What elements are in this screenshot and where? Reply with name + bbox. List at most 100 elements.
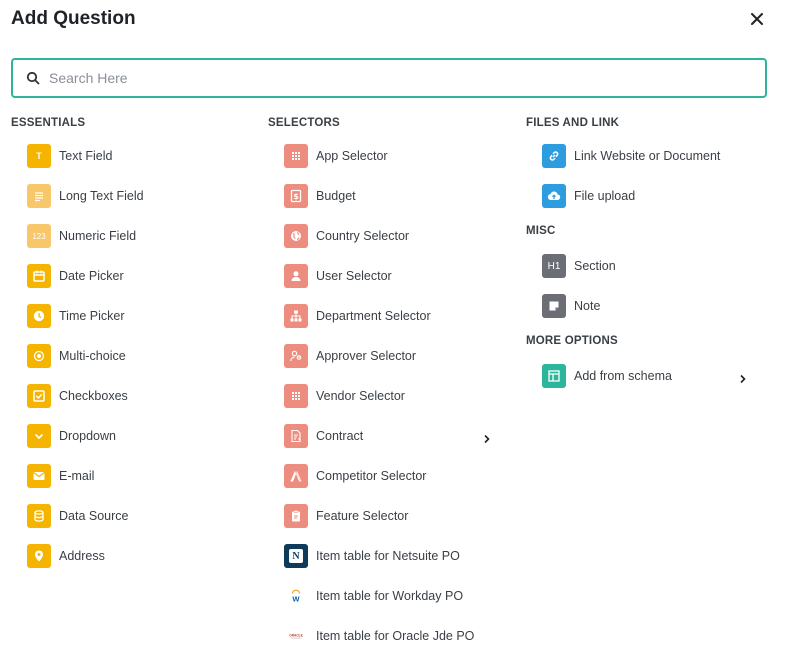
multi-choice-option[interactable]: Multi-choice [11,344,261,384]
app-selector-option[interactable]: App Selector [268,144,518,184]
note-icon [542,294,566,318]
cloud-upload-icon [542,184,566,208]
feature-selector-option[interactable]: Feature Selector [268,504,518,544]
numeric-field-option[interactable]: 123 Numeric Field [11,224,261,264]
section-option[interactable]: H1 Section [526,254,766,294]
selectors-column: SELECTORS App Selector $ Budget Country … [268,116,518,658]
dropdown-option[interactable]: Dropdown [11,424,261,464]
option-label: E-mail [59,469,95,483]
calendar-icon [27,264,51,288]
dollar-icon: $ [284,184,308,208]
files-and-link-heading: FILES AND LINK [526,117,620,129]
option-label: File upload [574,189,636,203]
option-label: Department Selector [316,309,431,323]
netsuite-logo-icon: N [284,544,308,568]
option-label: Approver Selector [316,349,417,363]
close-icon[interactable] [749,11,765,27]
dialog-title: Add Question [11,8,136,29]
option-label: Address [59,549,105,563]
option-label: Date Picker [59,269,124,283]
clipboard-icon [284,504,308,528]
globe-icon [284,224,308,248]
search-icon [26,71,40,85]
option-label: Note [574,299,601,313]
competitor-icon [284,464,308,488]
location-pin-icon [27,544,51,568]
user-selector-option[interactable]: User Selector [268,264,518,304]
department-selector-option[interactable]: Department Selector [268,304,518,344]
option-label: Item table for Oracle Jde PO [316,629,475,643]
netsuite-item-table-option[interactable]: N Item table for Netsuite PO [268,544,518,584]
search-input[interactable] [49,60,749,96]
date-picker-option[interactable]: Date Picker [11,264,261,304]
files-column: FILES AND LINK Link Website or Document … [526,116,766,404]
option-label: App Selector [316,149,388,163]
oracle-item-table-option[interactable]: ORACLE Item table for Oracle Jde PO [268,624,518,658]
checkboxes-option[interactable]: Checkboxes [11,384,261,424]
option-label: Dropdown [59,429,116,443]
competitor-selector-option[interactable]: Competitor Selector [268,464,518,504]
note-option[interactable]: Note [526,294,766,334]
contract-icon [284,424,308,448]
option-label: Section [574,259,616,273]
option-label: Numeric Field [59,229,137,243]
grid-icon [284,384,308,408]
search-box [11,58,767,98]
svg-text:W: W [292,594,300,603]
budget-option[interactable]: $ Budget [268,184,518,224]
contract-option[interactable]: Contract [268,424,518,464]
heading-icon: H1 [542,254,566,278]
radio-icon [27,344,51,368]
option-label: Country Selector [316,229,410,243]
option-label: Text Field [59,149,113,163]
option-label: Competitor Selector [316,469,427,483]
clock-icon [27,304,51,328]
country-selector-option[interactable]: Country Selector [268,224,518,264]
vendor-selector-option[interactable]: Vendor Selector [268,384,518,424]
mail-icon [27,464,51,488]
more-options-heading: MORE OPTIONS [526,335,618,347]
long-text-field-option[interactable]: Long Text Field [11,184,261,224]
data-source-option[interactable]: Data Source [11,504,261,544]
approver-selector-option[interactable]: Approver Selector [268,344,518,384]
grid-icon [284,144,308,168]
svg-text:$: $ [293,192,299,201]
time-picker-option[interactable]: Time Picker [11,304,261,344]
selectors-heading: SELECTORS [268,117,340,129]
approver-icon [284,344,308,368]
option-label: Item table for Netsuite PO [316,549,460,563]
option-label: Item table for Workday PO [316,589,464,603]
chevron-right-icon[interactable] [482,431,492,444]
chevron-right-icon[interactable] [738,371,748,384]
text-field-option[interactable]: T Text Field [11,144,261,184]
option-label: Add from schema [574,369,672,383]
svg-text:ORACLE: ORACLE [289,634,302,638]
option-label: Link Website or Document [574,149,721,163]
file-upload-option[interactable]: File upload [526,184,766,224]
link-icon [542,144,566,168]
add-from-schema-option[interactable]: Add from schema [526,364,766,404]
address-option[interactable]: Address [11,544,261,584]
long-text-icon [27,184,51,208]
workday-logo-icon: W [284,584,308,608]
numeric-icon: 123 [27,224,51,248]
chevron-down-icon [27,424,51,448]
oracle-logo-icon: ORACLE [284,624,308,648]
option-label: Budget [316,189,356,203]
option-label: Feature Selector [316,509,409,523]
option-label: User Selector [316,269,392,283]
option-label: Multi-choice [59,349,126,363]
option-label: Data Source [59,509,129,523]
link-website-option[interactable]: Link Website or Document [526,144,766,184]
org-chart-icon [284,304,308,328]
checkbox-icon [27,384,51,408]
option-label: Contract [316,429,364,443]
option-label: Long Text Field [59,189,144,203]
workday-item-table-option[interactable]: W Item table for Workday PO [268,584,518,624]
option-label: Checkboxes [59,389,128,403]
option-label: Vendor Selector [316,389,405,403]
schema-icon [542,364,566,388]
essentials-column: ESSENTIALS T Text Field Long Text Field … [11,116,261,584]
text-icon: T [27,144,51,168]
email-option[interactable]: E-mail [11,464,261,504]
